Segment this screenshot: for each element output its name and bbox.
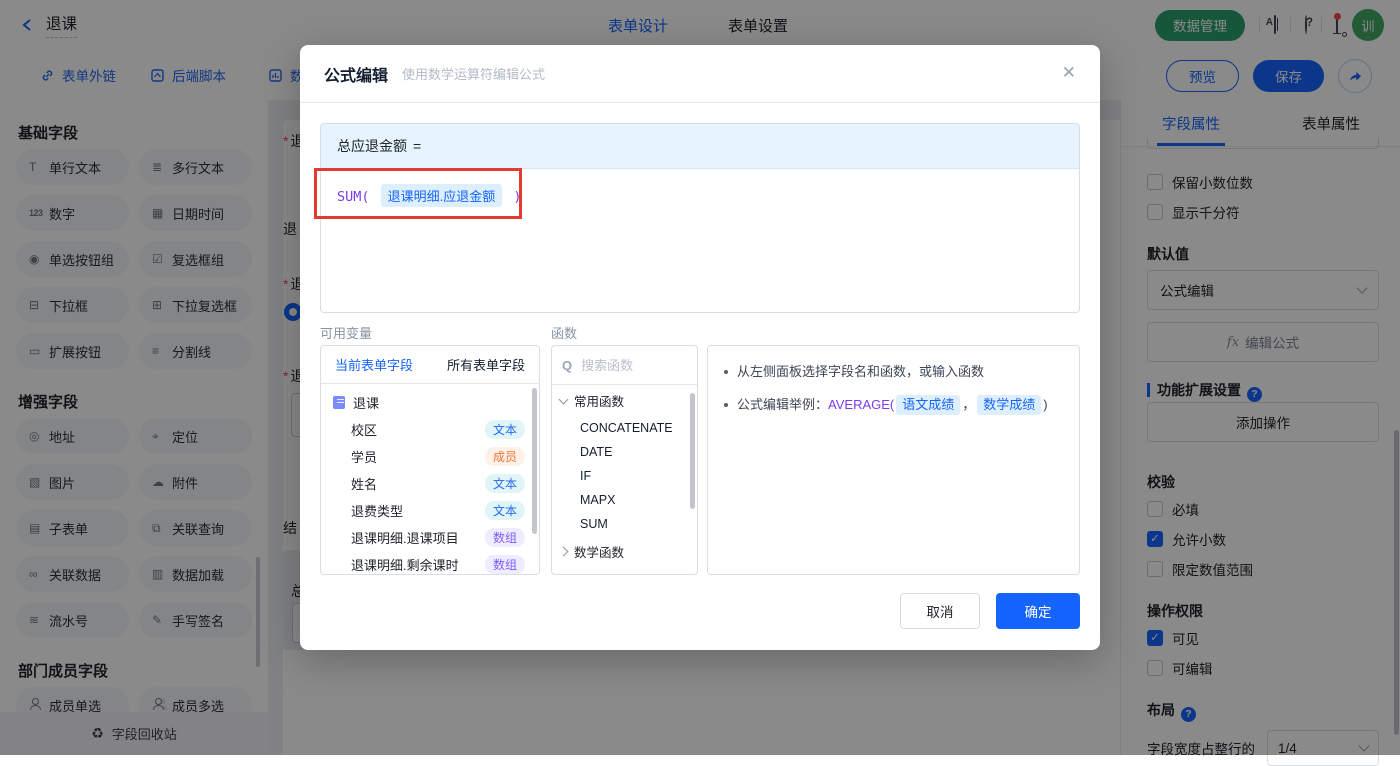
formula-edit-modal: 公式编辑 使用数学运算符编辑公式 ✕ 总应退金额 = SUM( 退课明细.应退金…	[300, 45, 1100, 650]
search-icon: Q	[562, 358, 572, 373]
variable-name: 退课明细.退课项目	[351, 528, 459, 547]
function-item-SUM[interactable]: SUM	[552, 512, 697, 536]
function-item-CONCATENATE[interactable]: CONCATENATE	[552, 416, 697, 440]
function-search-input[interactable]	[579, 357, 673, 374]
variable-type-tag: 数组	[485, 555, 525, 574]
app-root: 退课 表单设计表单设置 数据管理 训 表单外链	[0, 0, 1400, 755]
variable-row[interactable]: 退费类型 文本	[321, 497, 539, 524]
form-doc-icon	[333, 396, 345, 409]
tip-line-2: 公式编辑举例：AVERAGE(语文成绩，数学成绩)	[724, 395, 1063, 415]
variables-scrollbar[interactable]	[532, 388, 537, 534]
function-item-IF[interactable]: IF	[552, 464, 697, 488]
function-group-label: 常用函数	[574, 391, 624, 410]
variable-type-tag: 成员	[485, 447, 525, 466]
formula-target-row: 总应退金额 =	[321, 124, 1079, 169]
function-group-label: 文本函数	[574, 573, 624, 575]
cancel-button[interactable]: 取消	[900, 593, 980, 629]
variables-panel: 当前表单字段所有表单字段 退课 校区文本学员成员姓名文本退费类型文本退课明细.退…	[320, 345, 540, 575]
variable-type-tag: 文本	[485, 420, 525, 439]
functions-scrollbar[interactable]	[690, 393, 695, 509]
example-function: AVERAGE(	[828, 397, 894, 412]
chevron-right-icon	[559, 547, 569, 557]
variables-tabs: 当前表单字段 所有表单字段	[321, 346, 539, 384]
variable-row[interactable]: 退课明细.退课项目 数组	[321, 524, 539, 551]
variable-name: 姓名	[351, 474, 377, 493]
function-group-文本函数[interactable]: 文本函数	[552, 567, 697, 575]
variable-row[interactable]: 校区 文本	[321, 416, 539, 443]
variable-row[interactable]: 学员 成员	[321, 443, 539, 470]
form-root-node[interactable]: 退课	[321, 384, 539, 416]
variable-type-tag: 文本	[485, 474, 525, 493]
example-chip-1: 语文成绩	[896, 395, 960, 415]
variable-name: 退费类型	[351, 501, 403, 520]
close-icon[interactable]: ✕	[1062, 63, 1076, 83]
annotation-highlight-box	[314, 168, 522, 219]
bullet-icon	[724, 370, 728, 374]
variables-tab-所有表单字段[interactable]: 所有表单字段	[447, 355, 525, 374]
functions-label: 函数	[551, 323, 577, 342]
modal-title: 公式编辑	[324, 62, 388, 86]
variable-type-tag: 数组	[485, 528, 525, 547]
confirm-button[interactable]: 确定	[996, 593, 1080, 629]
bullet-icon	[724, 403, 728, 407]
variable-row[interactable]: 姓名 文本	[321, 470, 539, 497]
variable-name: 退课明细.剩余课时	[351, 555, 459, 574]
variable-name: 校区	[351, 420, 377, 439]
variable-name: 学员	[351, 447, 377, 466]
function-group-label: 数学函数	[574, 542, 624, 561]
variable-type-tag: 文本	[485, 501, 525, 520]
modal-subtitle: 使用数学运算符编辑公式	[402, 64, 545, 83]
modal-header: 公式编辑 使用数学运算符编辑公式 ✕	[300, 45, 1100, 103]
tips-panel: 从左侧面板选择字段名和函数，或输入函数 公式编辑举例：AVERAGE(语文成绩，…	[707, 345, 1080, 575]
chevron-down-icon	[559, 394, 569, 404]
function-group-常用函数[interactable]: 常用函数	[552, 385, 697, 416]
variables-label: 可用变量	[320, 323, 372, 342]
example-chip-2: 数学成绩	[977, 395, 1041, 415]
modal-footer: 取消 确定	[900, 593, 1080, 629]
variables-tab-当前表单字段[interactable]: 当前表单字段	[335, 355, 413, 374]
function-item-MAPX[interactable]: MAPX	[552, 488, 697, 512]
function-group-数学函数[interactable]: 数学函数	[552, 536, 697, 567]
function-search[interactable]: Q	[552, 346, 697, 385]
functions-panel: Q 常用函数 CONCATENATEDATEIFMAPXSUM 数学函数文本函数	[551, 345, 698, 575]
function-item-DATE[interactable]: DATE	[552, 440, 697, 464]
tip-line-1: 从左侧面板选择字段名和函数，或输入函数	[724, 362, 1063, 382]
variable-row[interactable]: 退课明细.剩余课时 数组	[321, 551, 539, 575]
